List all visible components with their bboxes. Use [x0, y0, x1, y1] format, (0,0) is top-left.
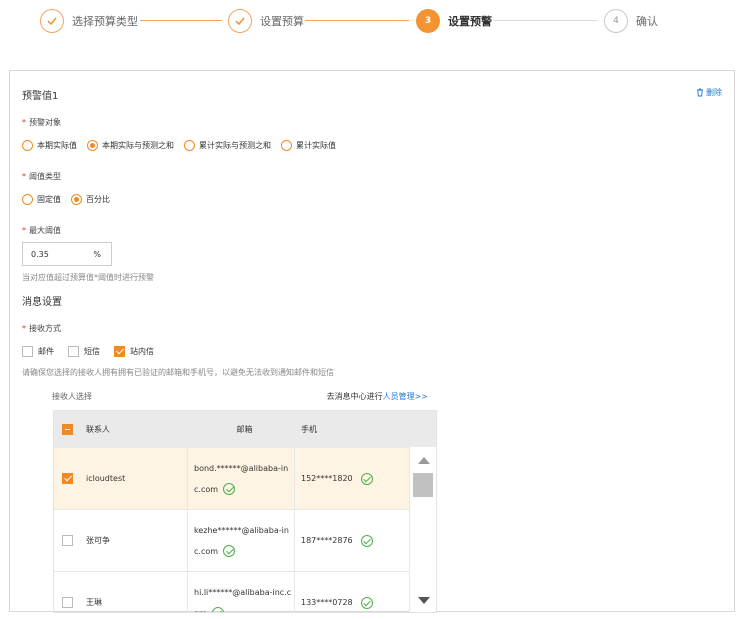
col-email: 邮箱: [236, 424, 253, 434]
scroll-up-icon[interactable]: [418, 457, 430, 464]
max-threshold-input[interactable]: 0.35 %: [22, 242, 112, 266]
radio-warn-target-3[interactable]: 累计实际与预测之和: [184, 140, 271, 151]
row-checkbox[interactable]: [54, 448, 80, 509]
table-header: 联系人 邮箱 手机: [54, 411, 436, 447]
contact-phone: 133****0728: [295, 572, 396, 612]
select-all-checkbox[interactable]: [54, 411, 80, 447]
receive-method-label: * 接收方式: [22, 324, 61, 333]
checkbox-sms[interactable]: 短信: [68, 346, 100, 357]
verified-icon: [223, 545, 236, 557]
step-4: 4 确认: [604, 8, 658, 34]
col-phone: 手机: [301, 424, 317, 434]
step-3-label: 设置预警: [448, 15, 492, 28]
recipients-header: 接收人选择 去消息中心进行人员管理>>: [52, 391, 428, 402]
receive-hint: 请确保您选择的接收人拥有拥有已验证的邮箱和手机号，以避免无法收到通知邮件和短信: [22, 368, 334, 377]
warn-target-radios: 本期实际值 本期实际与预测之和 累计实际与预测之和 累计实际值: [22, 140, 346, 151]
contact-email: kezhe******@alibaba-in c.com: [188, 510, 295, 571]
step-3-number: 3: [416, 9, 440, 33]
check-icon: [40, 9, 64, 33]
radio-warn-target-2[interactable]: 本期实际与预测之和: [87, 140, 174, 151]
contact-phone: 187****2876: [295, 510, 396, 571]
check-icon: [228, 9, 252, 33]
contact-name: 张可争: [80, 510, 188, 571]
verified-icon: [360, 596, 373, 609]
contact-name: icloudtest: [80, 448, 188, 509]
step-2: 设置预算: [228, 8, 304, 34]
table-row[interactable]: 张可争 kezhe******@alibaba-in c.com 187****…: [54, 509, 436, 571]
radio-warn-target-4[interactable]: 累计实际值: [281, 140, 336, 151]
step-connector: [305, 20, 409, 21]
max-threshold-value: 0.35: [31, 249, 49, 259]
threshold-type-label: * 阈值类型: [22, 172, 61, 181]
contact-name: 王琳: [80, 572, 188, 612]
radio-warn-target-1[interactable]: 本期实际值: [22, 140, 77, 151]
verified-icon: [211, 607, 224, 612]
table-row[interactable]: icloudtest bond.******@alibaba-in c.com …: [54, 447, 436, 509]
col-contact: 联系人: [86, 424, 110, 434]
delete-button[interactable]: 删除: [696, 87, 722, 98]
recipients-table: 联系人 邮箱 手机 icloudtest bond.******@alibaba…: [53, 410, 437, 613]
radio-fixed-value[interactable]: 固定值: [22, 194, 61, 205]
scroll-down-icon[interactable]: [418, 597, 430, 604]
verified-icon: [360, 472, 373, 485]
step-1-label: 选择预算类型: [72, 15, 138, 28]
contact-email: bond.******@alibaba-in c.com: [188, 448, 295, 509]
step-4-label: 确认: [636, 15, 658, 28]
step-2-label: 设置预算: [260, 15, 304, 28]
table-scrollbar[interactable]: [409, 447, 436, 612]
checkbox-site-message[interactable]: 站内信: [114, 346, 154, 357]
percent-unit: %: [93, 249, 101, 259]
receive-method-checks: 邮件 短信 站内信: [22, 346, 168, 357]
contact-email: hi.li******@alibaba-inc.c om: [188, 572, 295, 612]
verified-icon: [360, 534, 373, 547]
verified-icon: [223, 483, 236, 495]
manage-prefix: 去消息中心进行: [326, 392, 383, 401]
step-1: 选择预算类型: [40, 8, 138, 34]
step-4-number: 4: [604, 9, 628, 33]
row-checkbox[interactable]: [54, 572, 80, 612]
manage-link[interactable]: 人员管理>>: [383, 392, 428, 401]
table-row[interactable]: 王琳 hi.li******@alibaba-inc.c om 133****0…: [54, 571, 436, 612]
threshold-hint: 当对应值超过预算值*阈值时进行预警: [22, 273, 154, 282]
scroll-thumb[interactable]: [413, 473, 433, 497]
step-connector: [494, 20, 598, 21]
steps-bar: 选择预算类型 设置预算 3 设置预警 4 确认: [0, 8, 743, 34]
warn-target-label: * 预警对象: [22, 118, 61, 127]
radio-percentage[interactable]: 百分比: [71, 194, 110, 205]
row-checkbox[interactable]: [54, 510, 80, 571]
delete-label: 删除: [706, 88, 722, 97]
step-3: 3 设置预警: [416, 8, 492, 34]
threshold-type-radios: 固定值 百分比: [22, 194, 120, 205]
message-settings-title: 消息设置: [22, 297, 62, 308]
panel-title: 预警值1: [22, 91, 59, 102]
max-threshold-label: * 最大阈值: [22, 226, 61, 235]
trash-icon: [697, 88, 703, 97]
warning-panel: 预警值1 删除 * 预警对象 本期实际值 本期实际与预测之和 累计实际与预测之和 …: [9, 70, 735, 613]
checkbox-email[interactable]: 邮件: [22, 346, 54, 357]
recipients-title: 接收人选择: [52, 392, 92, 401]
step-connector: [140, 20, 222, 21]
contact-phone: 152****1820: [295, 448, 396, 509]
